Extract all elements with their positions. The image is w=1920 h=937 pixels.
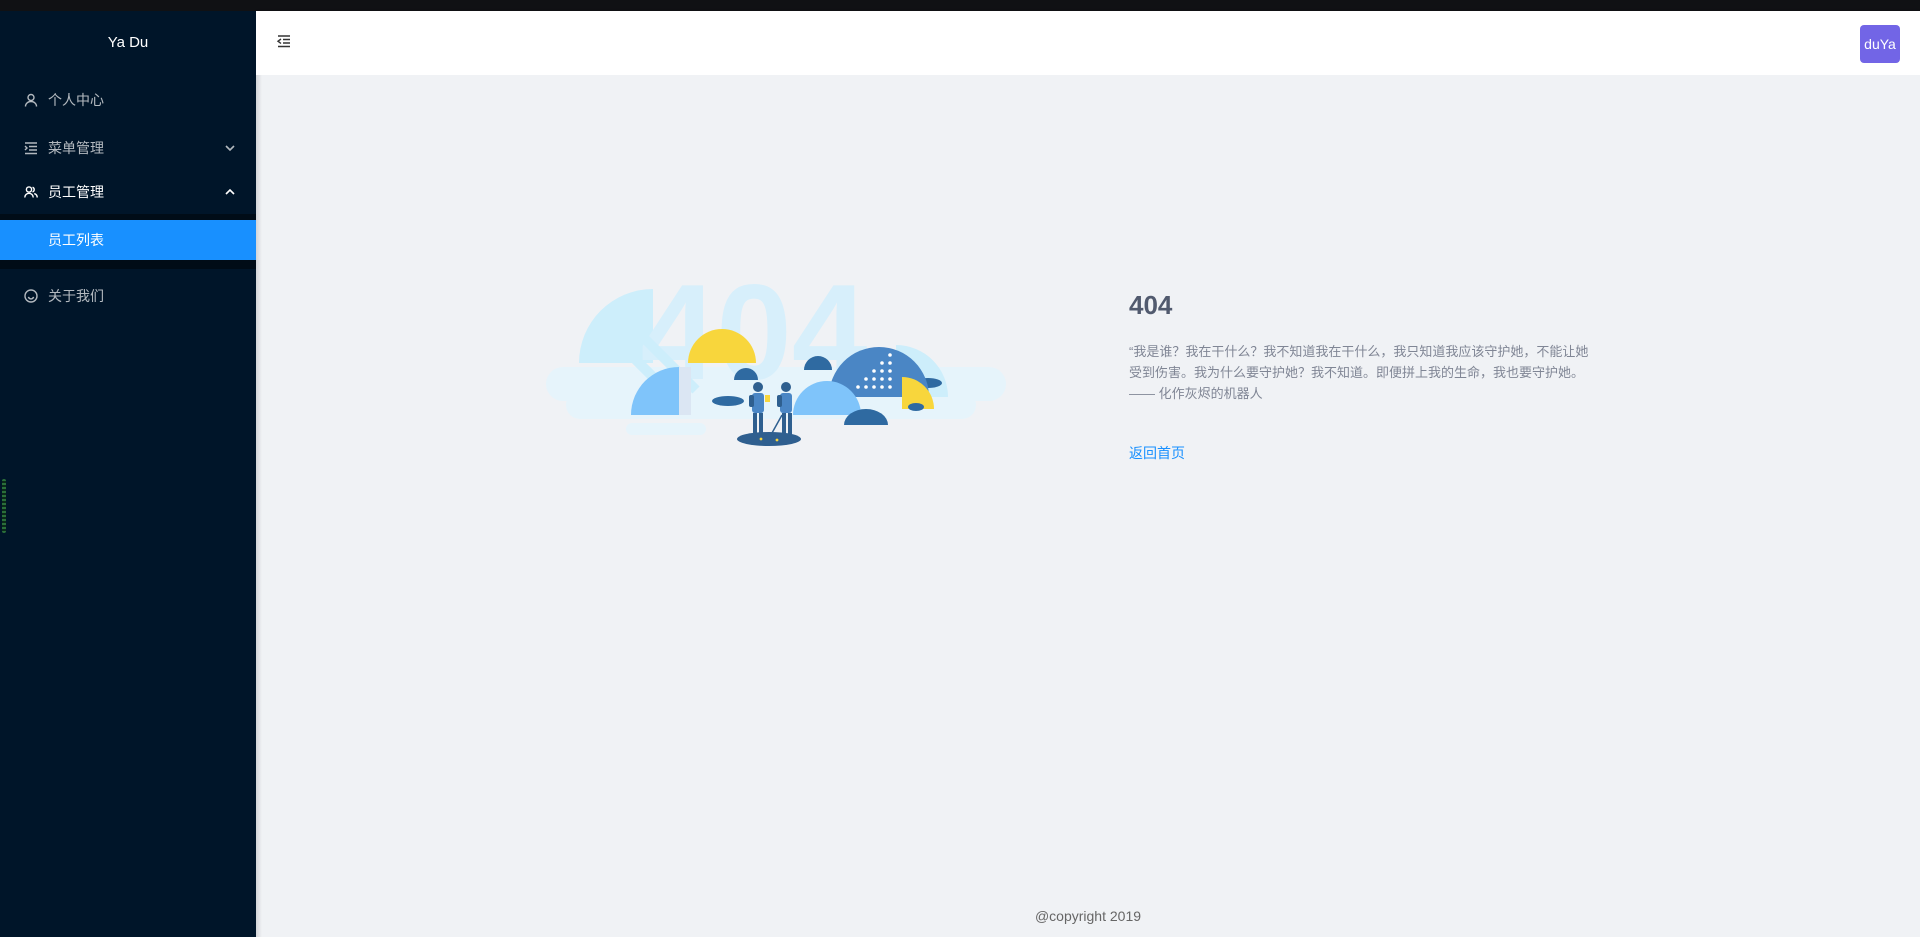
menu-list-icon xyxy=(24,141,38,155)
sidebar: Ya Du 个人中心 菜单管理 员工管理 员工列表 关于我们 xyxy=(0,11,256,937)
footer-copyright: @copyright 2019 xyxy=(1034,908,1142,924)
sidebar-item-profile[interactable]: 个人中心 xyxy=(0,80,256,120)
sidebar-item-staff-list[interactable]: 员工列表 xyxy=(0,220,256,260)
smile-icon xyxy=(24,289,38,303)
sidebar-item-about-us[interactable]: 关于我们 xyxy=(0,276,256,316)
user-icon xyxy=(24,93,38,107)
sidebar-item-label: 菜单管理 xyxy=(48,140,104,156)
not-found-illustration: 404 xyxy=(546,256,1006,446)
chevron-down-icon xyxy=(224,141,236,153)
back-home-link[interactable]: 返回首页 xyxy=(1129,443,1185,463)
error-description-line: 受到伤害。我为什么要守护她？我不知道。即便拼上我的生命，我也要守护她。 xyxy=(1129,365,1585,380)
error-title: 404 xyxy=(1129,290,1173,320)
team-icon xyxy=(24,185,38,199)
window-resize-handle[interactable] xyxy=(2,479,6,533)
window-top-strip xyxy=(0,0,1920,11)
error-description-line: “我是谁？我在干什么？我不知道我在干什么，我只知道我应该守护她，不能让她 xyxy=(1129,344,1589,359)
sidebar-shadow xyxy=(256,75,262,937)
sidebar-item-staff-management[interactable]: 员工管理 xyxy=(0,172,256,212)
sidebar-item-menu-management[interactable]: 菜单管理 xyxy=(0,128,256,168)
main-content: 404 404 “我是谁？我在干什么？我不知道我在干什么，我只知道我应该守护她，… xyxy=(256,75,1920,937)
error-description: “我是谁？我在干什么？我不知道我在干什么，我只知道我应该守护她，不能让她 受到伤… xyxy=(1129,341,1649,404)
menu-fold-icon[interactable] xyxy=(276,33,292,49)
brand-logo: Ya Du xyxy=(107,33,149,51)
top-header: duYa xyxy=(256,11,1920,75)
sidebar-item-label: 关于我们 xyxy=(48,288,104,304)
avatar[interactable]: duYa xyxy=(1860,25,1900,63)
sidebar-item-label: 员工管理 xyxy=(48,184,104,200)
chevron-up-icon xyxy=(224,185,236,197)
error-description-line: —— 化作灰烬的机器人 xyxy=(1129,386,1263,401)
sidebar-item-label: 个人中心 xyxy=(48,92,104,108)
